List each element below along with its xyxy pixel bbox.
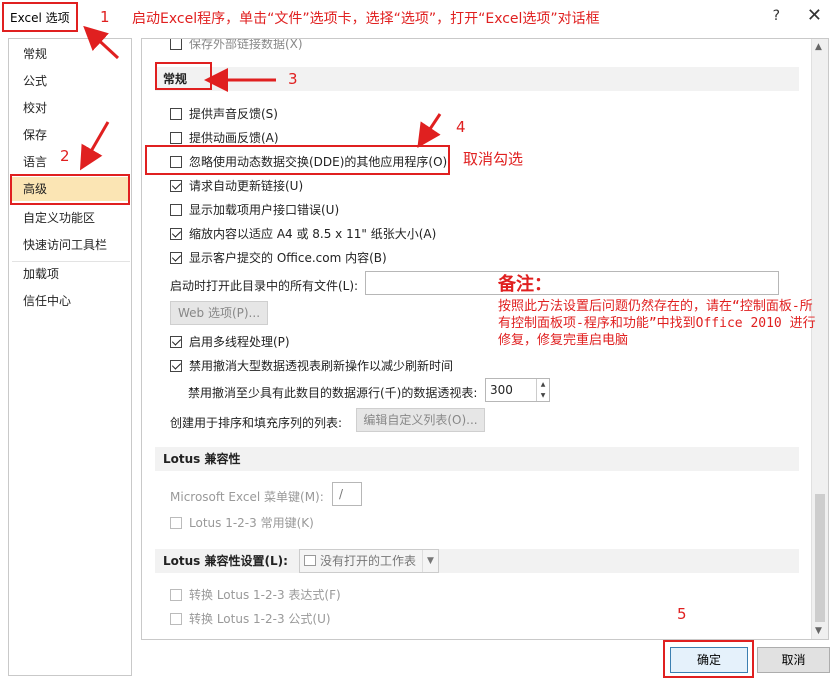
highlight-ok-box (663, 640, 754, 678)
option-lotus-formulas[interactable]: 转换 Lotus 1-2-3 公式(U) (170, 610, 331, 627)
sidebar-item-trust-center[interactable]: 信任中心 (10, 289, 130, 313)
checkbox[interactable] (170, 588, 182, 601)
checkbox[interactable] (170, 612, 182, 625)
chevron-down-icon[interactable]: ▼ (422, 550, 438, 572)
checkbox[interactable] (170, 131, 182, 144)
section-lotus-settings-header: Lotus 兼容性设置(L): (155, 549, 799, 573)
custom-lists-label: 创建用于排序和填充序列的列表: (170, 416, 343, 430)
spinner-value: 300 (490, 383, 513, 397)
step1-number: 1 (100, 8, 110, 26)
scroll-thumb[interactable] (815, 494, 825, 622)
help-button[interactable]: ? (773, 8, 780, 24)
option-lotus-nav-keys[interactable]: Lotus 1-2-3 常用键(K) (170, 514, 314, 531)
options-sidebar: 常规 公式 校对 保存 语言 高级 自定义功能区 快速访问工具栏 加载项 信任中… (8, 38, 132, 676)
checkbox[interactable] (170, 107, 182, 120)
option-scale-a4[interactable]: 缩放内容以适应 A4 或 8.5 x 11" 纸张大小(A) (170, 225, 436, 242)
step2-number: 2 (60, 147, 70, 165)
edit-custom-lists-button[interactable]: 编辑自定义列表(O)... (356, 408, 485, 432)
option-sound-feedback[interactable]: 提供声音反馈(S) (170, 105, 278, 122)
step5-number: 5 (677, 605, 687, 623)
option-label: 显示客户提交的 Office.com 内容(B) (189, 251, 387, 265)
sidebar-item-proofing[interactable]: 校对 (10, 96, 130, 120)
option-label: 显示加载项用户接口错误(U) (189, 203, 340, 217)
web-options-button[interactable]: Web 选项(P)... (170, 301, 268, 325)
dropdown-value: 没有打开的工作表 (320, 554, 417, 568)
checkbox[interactable] (170, 39, 182, 50)
sidebar-item-language[interactable]: 语言 (10, 150, 130, 174)
section-general-header: 常规 (155, 67, 799, 91)
option-label: 提供动画反馈(A) (189, 131, 279, 145)
option-pivot-undo[interactable]: 禁用撤消大型数据透视表刷新操作以减少刷新时间 (170, 357, 453, 374)
option-label: 启用多线程处理(P) (189, 335, 290, 349)
option-label: Lotus 1-2-3 常用键(K) (189, 516, 314, 530)
option-label: 转换 Lotus 1-2-3 公式(U) (189, 612, 331, 626)
sidebar-item-save[interactable]: 保存 (10, 123, 130, 147)
option-label: 转换 Lotus 1-2-3 表达式(F) (189, 588, 341, 602)
startup-folder-input[interactable] (365, 271, 779, 295)
sidebar-item-customize-ribbon[interactable]: 自定义功能区 (10, 206, 130, 230)
option-multithread[interactable]: 启用多线程处理(P) (170, 333, 290, 350)
option-auto-update-links[interactable]: 请求自动更新链接(U) (170, 177, 303, 194)
section-lotus-header: Lotus 兼容性 (155, 447, 799, 471)
lotus-settings-sheet-dropdown[interactable]: 没有打开的工作表 ▼ (299, 549, 439, 573)
cancel-button[interactable]: 取消 (757, 647, 830, 673)
step1-text: 启动Excel程序，单击“文件”选项卡，选择“选项”，打开“Excel选项”对话… (132, 11, 600, 27)
option-animation-feedback[interactable]: 提供动画反馈(A) (170, 129, 279, 146)
option-label: 保存外部链接数据(X) (189, 38, 303, 51)
checkbox-checked[interactable] (170, 359, 182, 372)
checkbox-checked[interactable] (170, 179, 182, 192)
sidebar-item-formulas[interactable]: 公式 (10, 69, 130, 93)
option-label: 提供声音反馈(S) (189, 107, 278, 121)
option-office-content[interactable]: 显示客户提交的 Office.com 内容(B) (170, 249, 387, 266)
spinner-arrows[interactable]: ▲ ▼ (536, 379, 549, 401)
highlight-dde-box (145, 145, 450, 175)
option-label: 缩放内容以适应 A4 或 8.5 x 11" 纸张大小(A) (189, 227, 437, 241)
note-title: 备注： (498, 274, 552, 295)
option-label: 请求自动更新链接(U) (189, 179, 304, 193)
checkbox-checked[interactable] (170, 251, 182, 264)
step3-number: 3 (288, 70, 298, 88)
highlight-title-box (2, 2, 78, 32)
option-label: 禁用撤消大型数据透视表刷新操作以减少刷新时间 (189, 359, 454, 373)
sidebar-item-quick-access[interactable]: 快速访问工具栏 (10, 233, 130, 257)
checkbox-checked[interactable] (170, 335, 182, 348)
option-addin-errors[interactable]: 显示加载项用户接口错误(U) (170, 201, 339, 218)
checkbox-checked[interactable] (170, 227, 182, 240)
startup-folder-label: 启动时打开此目录中的所有文件(L): (170, 279, 359, 293)
pivot-rows-spinner[interactable]: 300 ▲ ▼ (485, 378, 550, 402)
menu-key-label: Microsoft Excel 菜单键(M): (170, 490, 324, 504)
cutoff-option[interactable]: 保存外部链接数据(X) (170, 38, 303, 52)
scroll-up-icon[interactable]: ▲ (815, 42, 822, 52)
step4-number: 4 (456, 118, 466, 136)
note-body: 按照此方法设置后问题仍然存在的，请在“控制面板-所有控制面板项-程序和功能”中找… (498, 299, 816, 348)
checkbox[interactable] (170, 516, 182, 529)
highlight-advanced-box (10, 174, 130, 205)
scroll-down-icon[interactable]: ▼ (815, 626, 822, 636)
option-lotus-expressions[interactable]: 转换 Lotus 1-2-3 表达式(F) (170, 586, 341, 603)
worksheet-icon (304, 555, 316, 566)
highlight-general-box (155, 62, 212, 90)
sidebar-item-general[interactable]: 常规 (10, 42, 130, 66)
sidebar-item-addins[interactable]: 加载项 (10, 262, 130, 286)
close-button[interactable]: ✕ (807, 5, 822, 26)
checkbox[interactable] (170, 203, 182, 216)
pivot-rows-label: 禁用撤消至少具有此数目的数据源行(千)的数据透视表: (188, 386, 478, 400)
menu-key-input[interactable]: / (332, 482, 362, 506)
step4-text: 取消勾选 (463, 150, 524, 168)
